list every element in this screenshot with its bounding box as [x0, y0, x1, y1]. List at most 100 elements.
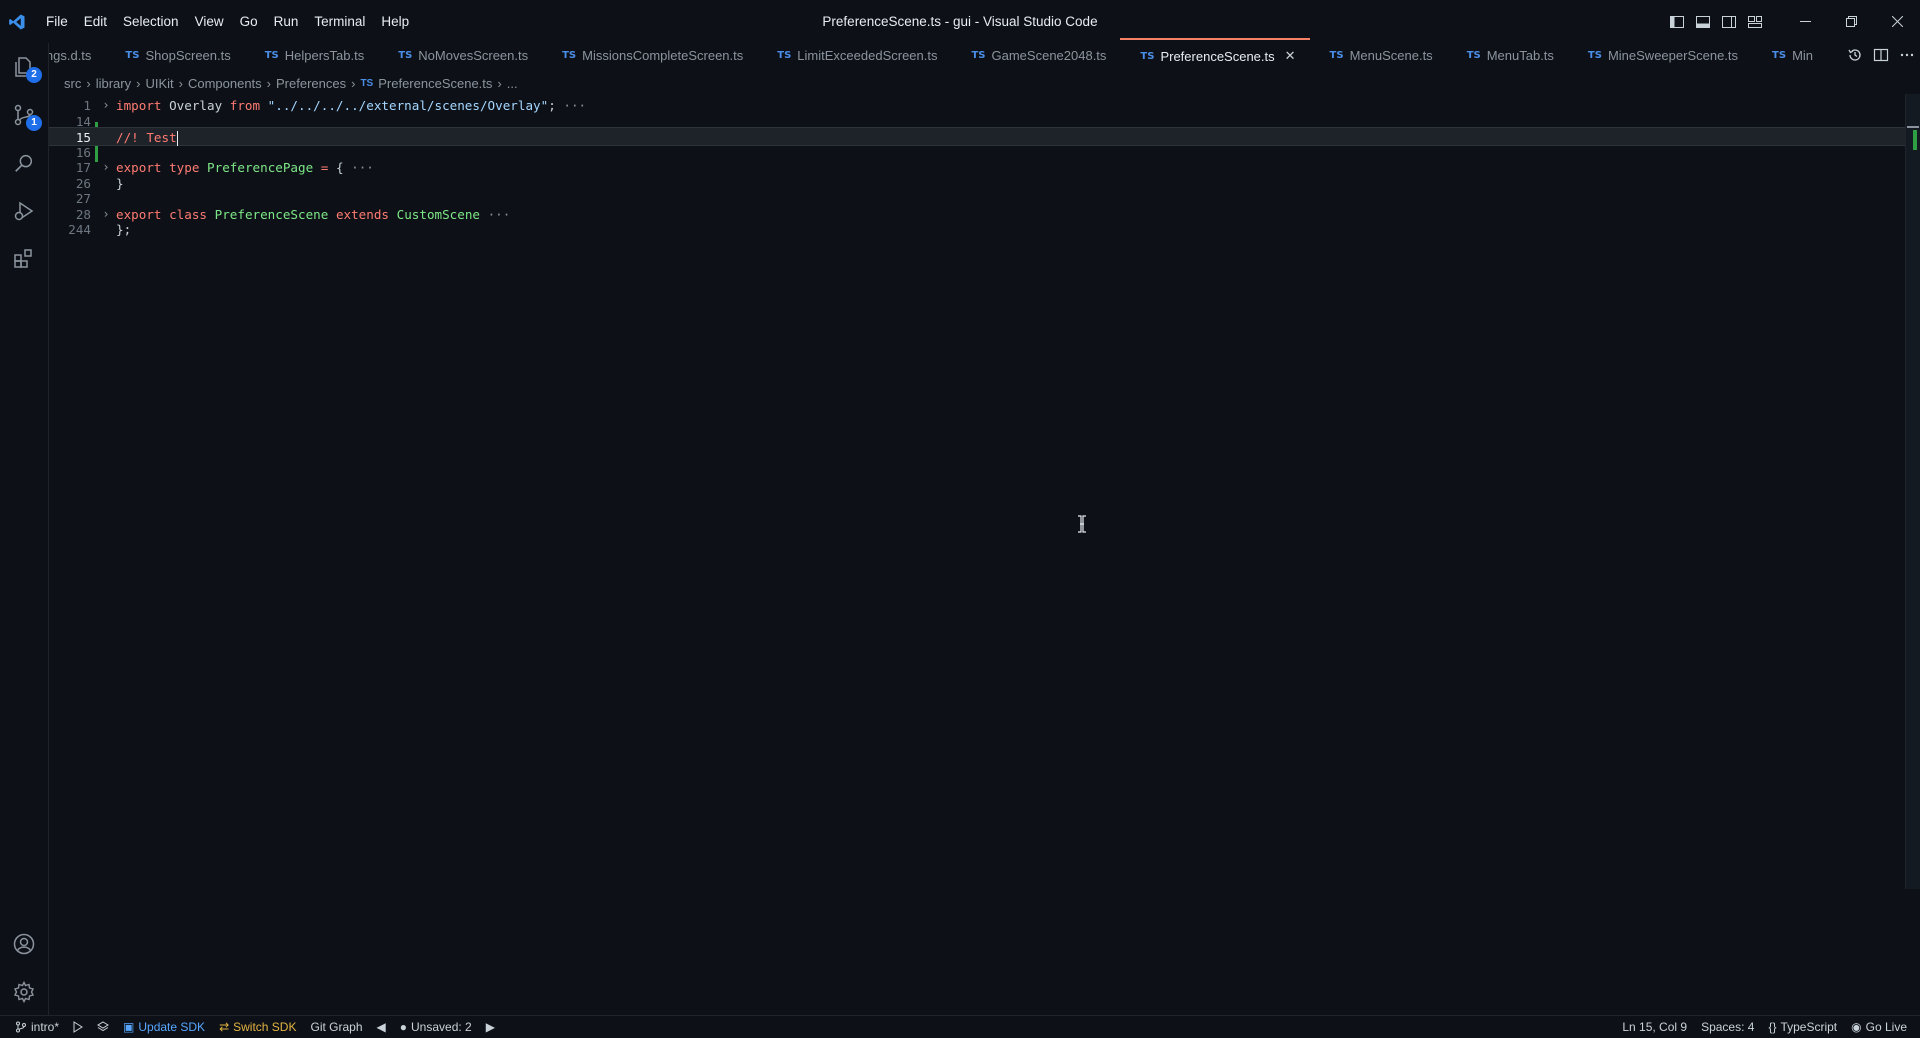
indentation[interactable]: Spaces: 4: [1694, 1016, 1761, 1038]
tab-missionscompletescreen-ts[interactable]: TS MissionsCompleteScreen.ts: [542, 38, 757, 72]
tab-menutab-ts[interactable]: TS MenuTab.ts: [1447, 38, 1568, 72]
breadcrumb-item[interactable]: Components: [188, 76, 262, 91]
chevron-right-icon: ›: [497, 75, 502, 91]
unsaved-dot-icon: ●: [399, 1020, 407, 1034]
source-control-badge: 1: [26, 115, 42, 131]
code-text: };: [116, 220, 131, 239]
tab-label: ShopScreen.ts: [145, 47, 231, 63]
chevron-right-icon: ›: [266, 75, 272, 91]
breadcrumb-item[interactable]: UIKit: [145, 76, 173, 91]
editor-tabs: ings.d.tsTSShopScreen.tsTSHelpersTab.tsT…: [49, 38, 1920, 72]
tab-gamescene2048-ts[interactable]: TS GameScene2048.ts: [951, 38, 1120, 72]
tab-menuscene-ts[interactable]: TS MenuScene.ts: [1310, 38, 1447, 72]
restore-icon[interactable]: [1828, 0, 1874, 43]
explorer-icon[interactable]: 2: [0, 43, 48, 91]
menu-terminal[interactable]: Terminal: [306, 0, 373, 43]
broadcast-icon: ◉: [1851, 1020, 1862, 1034]
typescript-file-icon: TS: [1140, 50, 1155, 62]
language-mode[interactable]: {} TypeScript: [1761, 1016, 1844, 1038]
breadcrumb-item[interactable]: Preferences: [276, 76, 346, 91]
toggle-panel-icon[interactable]: [1690, 0, 1716, 43]
cursor-position[interactable]: Ln 15, Col 9: [1615, 1016, 1694, 1038]
typescript-file-icon: TS: [777, 49, 792, 61]
editor-scrollbar[interactable]: [1905, 94, 1920, 889]
tab-nomovesscreen-ts[interactable]: TS NoMovesScreen.ts: [378, 38, 542, 72]
tab-ings-d-ts[interactable]: ings.d.ts: [49, 38, 105, 72]
tab-label: PreferenceScene.ts: [1160, 48, 1275, 64]
activity-bar: 2 1: [0, 43, 49, 1016]
code-editor[interactable]: 1 › import Overlay from "../../../../exter…: [49, 94, 1920, 1016]
run-icon[interactable]: [66, 1016, 90, 1038]
settings-gear-icon[interactable]: [0, 968, 48, 1016]
menu-go[interactable]: Go: [232, 0, 266, 43]
split-editor-icon[interactable]: [1868, 38, 1894, 72]
go-live-label: Go Live: [1865, 1020, 1907, 1034]
layers-icon[interactable]: [90, 1016, 116, 1038]
tab-label: MenuTab.ts: [1486, 47, 1554, 63]
unsaved-indicator[interactable]: ● Unsaved: 2: [393, 1016, 479, 1038]
menu-help[interactable]: Help: [373, 0, 417, 43]
breadcrumb-symbol[interactable]: ...: [507, 76, 518, 91]
update-sdk-icon: ▣: [123, 1020, 135, 1034]
menu-edit[interactable]: Edit: [76, 0, 115, 43]
toggle-secondary-sidebar-icon[interactable]: [1716, 0, 1742, 43]
title-controls: [1664, 0, 1920, 43]
timeline-history-icon[interactable]: [1842, 38, 1868, 72]
typescript-file-icon: TS: [1466, 49, 1481, 61]
tab-label: LimitExceededScreen.ts: [797, 47, 938, 63]
tab-limitexceededscreen-ts[interactable]: TS LimitExceededScreen.ts: [757, 38, 951, 72]
breadcrumb: src › library › UIKit › Components › Preferences…: [64, 72, 518, 94]
breadcrumb-item[interactable]: src: [64, 76, 81, 91]
previous-arrow-icon[interactable]: ◀: [370, 1016, 393, 1038]
branch-status[interactable]: intro*: [8, 1016, 66, 1038]
breadcrumb-item[interactable]: library: [96, 76, 131, 91]
typescript-file-icon: TS: [1772, 49, 1787, 61]
switch-sdk-icon: ⇄: [219, 1020, 230, 1034]
toggle-primary-sidebar-icon[interactable]: [1664, 0, 1690, 43]
switch-sdk-button[interactable]: ⇄ Switch SDK: [212, 1016, 303, 1038]
editor-actions: [1836, 38, 1920, 72]
accounts-icon[interactable]: [0, 920, 48, 968]
chevron-right-icon: ›: [178, 75, 183, 91]
menu-selection[interactable]: Selection: [115, 0, 187, 43]
search-icon[interactable]: [0, 139, 48, 187]
typescript-file-icon: TS: [1329, 49, 1344, 61]
tab-minesweeperscene-ts[interactable]: TS MineSweeperScene.ts: [1568, 38, 1752, 72]
tab-label: HelpersTab.ts: [284, 47, 365, 63]
close-tab-icon[interactable]: ✕: [1285, 48, 1296, 64]
tab-shopscreen-ts[interactable]: TS ShopScreen.ts: [105, 38, 244, 72]
chevron-right-icon: ›: [86, 75, 91, 91]
branch-name: intro*: [31, 1020, 60, 1034]
next-arrow-icon[interactable]: ▶: [479, 1016, 502, 1038]
git-graph-button[interactable]: Git Graph: [303, 1016, 369, 1038]
breadcrumb-file[interactable]: PreferenceScene.ts: [378, 76, 492, 91]
tab-min[interactable]: TS Min: [1752, 38, 1827, 72]
close-window-icon[interactable]: [1874, 0, 1920, 43]
code-token: };: [116, 222, 132, 237]
chevron-right-icon: ›: [136, 75, 141, 91]
menu-file[interactable]: File: [38, 0, 76, 43]
typescript-file-icon: TS: [562, 49, 577, 61]
typescript-file-icon: TS: [360, 77, 374, 89]
code-line[interactable]: 244};: [49, 220, 1907, 239]
go-live-button[interactable]: ◉ Go Live: [1844, 1016, 1914, 1038]
tab-label: NoMovesScreen.ts: [418, 47, 529, 63]
status-bar: intro* ▣ Update SDK ⇄ Switch SDK Git Gra…: [0, 1015, 1920, 1038]
source-control-icon[interactable]: 1: [0, 91, 48, 139]
tab-preferencescene-ts[interactable]: TS PreferenceScene.ts ✕: [1120, 38, 1310, 72]
menu-view[interactable]: View: [187, 0, 232, 43]
run-and-debug-icon[interactable]: [0, 187, 48, 235]
menu-run[interactable]: Run: [266, 0, 307, 43]
tab-helperstab-ts[interactable]: TS HelpersTab.ts: [245, 38, 379, 72]
customize-layout-icon[interactable]: [1742, 0, 1768, 43]
line-number: 244: [68, 222, 91, 237]
update-sdk-button[interactable]: ▣ Update SDK: [116, 1016, 212, 1038]
minimize-icon[interactable]: [1782, 0, 1828, 43]
text-cursor-icon: [1077, 515, 1087, 536]
more-actions-icon[interactable]: [1894, 38, 1920, 72]
typescript-file-icon: TS: [398, 49, 413, 61]
switch-sdk-label: Switch SDK: [233, 1020, 297, 1034]
extensions-icon[interactable]: [0, 235, 48, 283]
tab-label: MineSweeperScene.ts: [1607, 47, 1739, 63]
tab-label: GameScene2048.ts: [991, 47, 1107, 63]
